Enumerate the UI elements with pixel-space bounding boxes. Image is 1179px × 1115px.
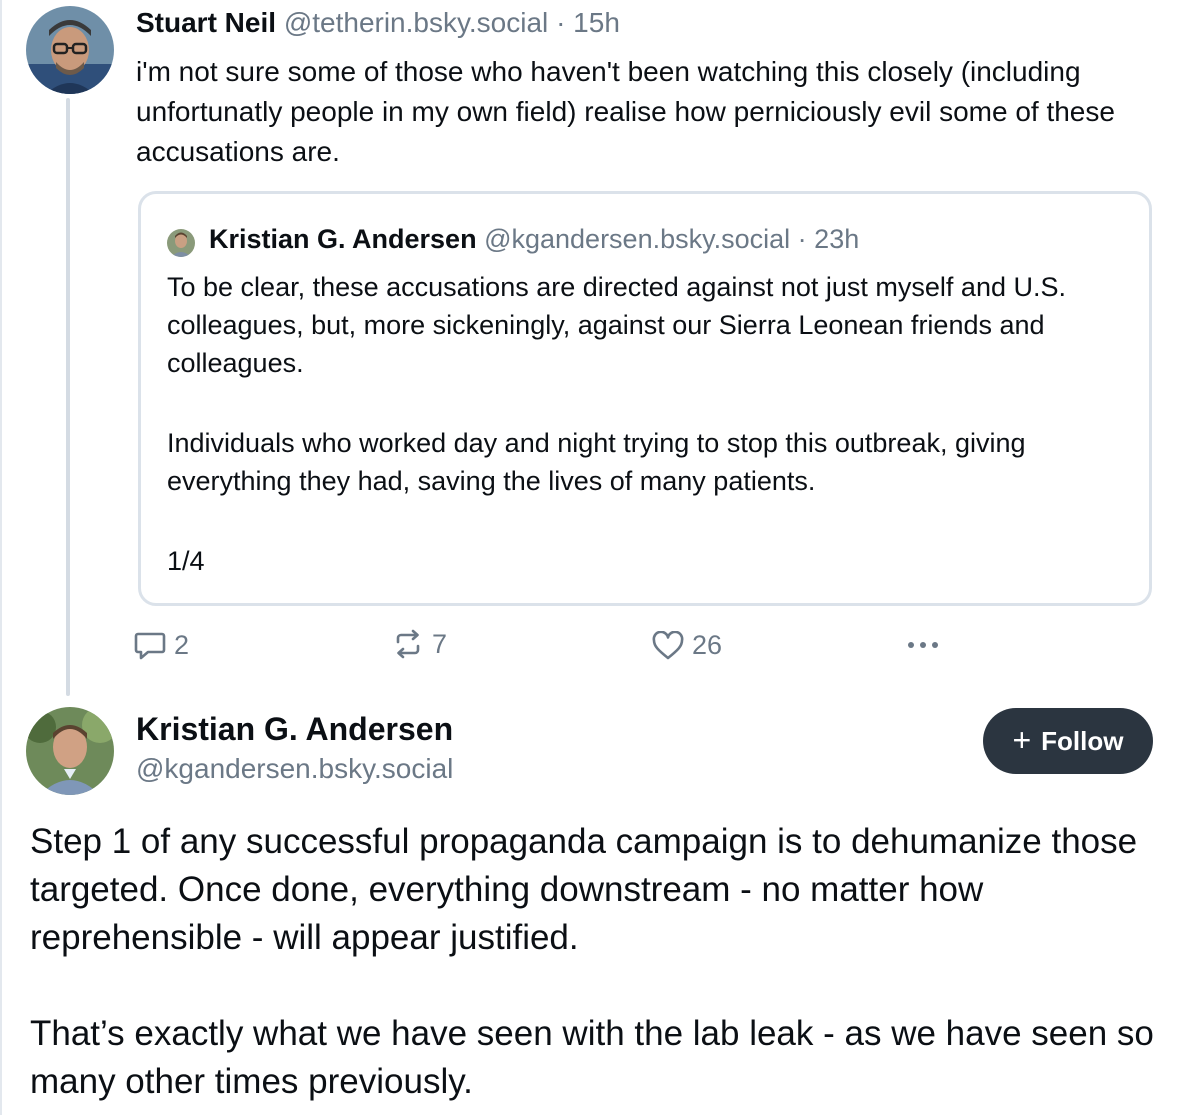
quoted-paragraph: To be clear, these accusations are direc… [167,272,1066,378]
plus-icon: + [1012,721,1032,758]
reply-post-header: Stuart Neil @tetherin.bsky.social · 15h [136,4,620,42]
reply-post-text: i'm not sure some of those who haven't b… [136,56,1115,167]
post-actions: 2 7 26 [0,626,1179,670]
follow-button[interactable]: + Follow [983,708,1153,774]
main-paragraph: Step 1 of any successful propaganda camp… [30,822,1138,957]
follow-label: Follow [1041,725,1124,756]
author-name[interactable]: Stuart Neil [136,7,276,38]
user-avatar-icon[interactable] [26,6,114,94]
main-author-name[interactable]: Kristian G. Andersen [136,708,453,750]
quoted-author-avatar [167,229,195,257]
main-paragraph: That’s exactly what we have seen with th… [30,1014,1154,1101]
separator-dot: · [556,7,566,38]
like-count: 26 [692,630,723,660]
quoted-author-handle: @kgandersen.bsky.social [484,224,791,254]
quoted-post-header: Kristian G. Andersen @kgandersen.bsky.so… [209,220,859,258]
thread-line [66,98,70,696]
like-button[interactable]: 26 [652,630,722,661]
post-time[interactable]: 15h [573,7,620,38]
more-options-button[interactable] [906,640,940,650]
main-author-handle[interactable]: @kgandersen.bsky.social [136,750,453,788]
author-handle[interactable]: @tetherin.bsky.social [284,7,548,38]
reply-button[interactable]: 2 [134,630,189,661]
quoted-paragraph: Individuals who worked day and night try… [167,428,1026,496]
comment-icon [134,631,166,661]
main-post-text: Step 1 of any successful propaganda camp… [30,818,1160,1106]
repost-button[interactable]: 7 [392,628,447,660]
quoted-author-name: Kristian G. Andersen [209,224,477,254]
main-author-avatar[interactable] [26,707,114,795]
thread-counter: 1/4 [167,546,205,576]
heart-icon [652,630,684,661]
repost-count: 7 [432,628,448,659]
repost-icon [392,628,424,660]
quoted-post-card[interactable]: Kristian G. Andersen @kgandersen.bsky.so… [138,191,1152,606]
left-border [0,0,2,1115]
separator-dot: · [797,224,807,254]
quoted-post-time: 23h [814,224,860,254]
reply-count: 2 [174,630,190,660]
more-dots-icon [906,640,940,650]
quoted-post-body: To be clear, these accusations are direc… [167,268,1127,580]
